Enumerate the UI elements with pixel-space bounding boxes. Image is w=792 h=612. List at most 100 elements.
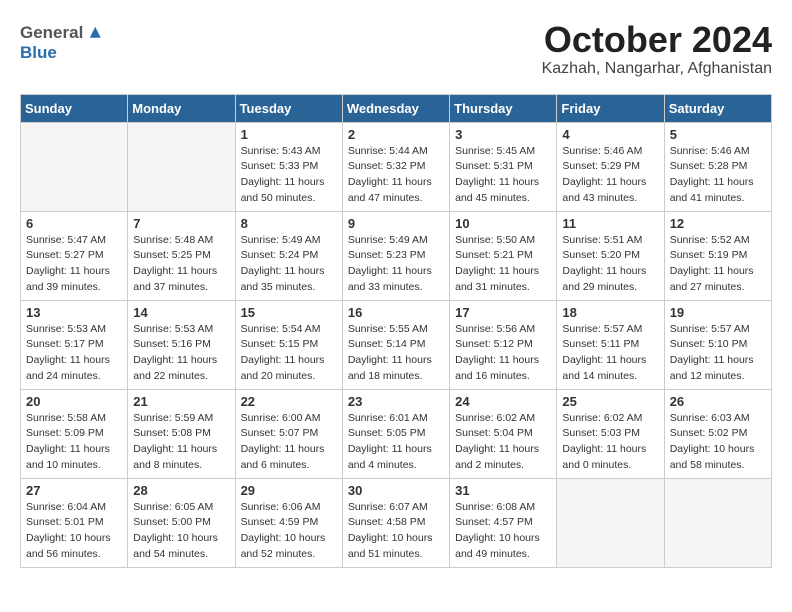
- day-info: Sunrise: 6:04 AM Sunset: 5:01 PM Dayligh…: [26, 500, 122, 563]
- weekday-header-cell: Tuesday: [235, 94, 342, 122]
- day-info: Sunrise: 6:06 AM Sunset: 4:59 PM Dayligh…: [241, 500, 337, 563]
- day-info: Sunrise: 5:59 AM Sunset: 5:08 PM Dayligh…: [133, 411, 229, 474]
- calendar-table: SundayMondayTuesdayWednesdayThursdayFrid…: [20, 94, 772, 568]
- calendar-day-cell: 20 Sunrise: 5:58 AM Sunset: 5:09 PM Dayli…: [21, 389, 128, 478]
- day-number: 5: [670, 127, 766, 142]
- calendar-day-cell: 6Sunrise: 5:47 AM Sunset: 5:27 PM Daylig…: [21, 211, 128, 300]
- day-info: Sunrise: 5:48 AM Sunset: 5:25 PM Dayligh…: [133, 233, 229, 296]
- day-number: 27: [26, 483, 122, 498]
- day-number: 2: [348, 127, 444, 142]
- day-number: 12: [670, 216, 766, 231]
- calendar-week-row: 13 Sunrise: 5:53 AM Sunset: 5:17 PM Dayli…: [21, 300, 772, 389]
- day-number: 11: [562, 216, 658, 231]
- calendar-day-cell: 21 Sunrise: 5:59 AM Sunset: 5:08 PM Dayli…: [128, 389, 235, 478]
- day-number: 7: [133, 216, 229, 231]
- calendar-day-cell: [128, 122, 235, 211]
- day-info: Sunrise: 6:02 AM Sunset: 5:03 PM Dayligh…: [562, 411, 658, 474]
- day-info: Sunrise: 5:54 AM Sunset: 5:15 PM Dayligh…: [241, 322, 337, 385]
- calendar-day-cell: 26Sunrise: 6:03 AM Sunset: 5:02 PM Dayli…: [664, 389, 771, 478]
- day-info: Sunrise: 5:52 AM Sunset: 5:19 PM Dayligh…: [670, 233, 766, 296]
- calendar-day-cell: 12 Sunrise: 5:52 AM Sunset: 5:19 PM Dayli…: [664, 211, 771, 300]
- calendar-week-row: 20 Sunrise: 5:58 AM Sunset: 5:09 PM Dayli…: [21, 389, 772, 478]
- calendar-day-cell: 14 Sunrise: 5:53 AM Sunset: 5:16 PM Dayli…: [128, 300, 235, 389]
- calendar-day-cell: 29 Sunrise: 6:06 AM Sunset: 4:59 PM Dayli…: [235, 478, 342, 567]
- calendar-day-cell: [21, 122, 128, 211]
- weekday-header-cell: Saturday: [664, 94, 771, 122]
- calendar-day-cell: 4 Sunrise: 5:46 AM Sunset: 5:29 PM Daylig…: [557, 122, 664, 211]
- calendar-week-row: 27 Sunrise: 6:04 AM Sunset: 5:01 PM Dayli…: [21, 478, 772, 567]
- calendar-day-cell: 9 Sunrise: 5:49 AM Sunset: 5:23 PM Daylig…: [342, 211, 449, 300]
- day-number: 10: [455, 216, 551, 231]
- day-info: Sunrise: 5:58 AM Sunset: 5:09 PM Dayligh…: [26, 411, 122, 474]
- calendar-day-cell: 23Sunrise: 6:01 AM Sunset: 5:05 PM Dayli…: [342, 389, 449, 478]
- day-number: 4: [562, 127, 658, 142]
- weekday-header-cell: Monday: [128, 94, 235, 122]
- day-number: 21: [133, 394, 229, 409]
- day-number: 16: [348, 305, 444, 320]
- day-number: 6: [26, 216, 122, 231]
- calendar-day-cell: 13 Sunrise: 5:53 AM Sunset: 5:17 PM Dayli…: [21, 300, 128, 389]
- calendar-day-cell: 16 Sunrise: 5:55 AM Sunset: 5:14 PM Dayli…: [342, 300, 449, 389]
- day-number: 14: [133, 305, 229, 320]
- location-title: Kazhah, Nangarhar, Afghanistan: [542, 60, 772, 78]
- day-info: Sunrise: 6:02 AM Sunset: 5:04 PM Dayligh…: [455, 411, 551, 474]
- day-number: 18: [562, 305, 658, 320]
- calendar-day-cell: 5 Sunrise: 5:46 AM Sunset: 5:28 PM Daylig…: [664, 122, 771, 211]
- day-info: Sunrise: 5:57 AM Sunset: 5:10 PM Dayligh…: [670, 322, 766, 385]
- day-info: Sunrise: 5:53 AM Sunset: 5:16 PM Dayligh…: [133, 322, 229, 385]
- calendar-day-cell: 2 Sunrise: 5:44 AM Sunset: 5:32 PM Daylig…: [342, 122, 449, 211]
- day-number: 28: [133, 483, 229, 498]
- calendar-day-cell: 15 Sunrise: 5:54 AM Sunset: 5:15 PM Dayli…: [235, 300, 342, 389]
- weekday-header-cell: Friday: [557, 94, 664, 122]
- calendar-day-cell: 28 Sunrise: 6:05 AM Sunset: 5:00 PM Dayli…: [128, 478, 235, 567]
- day-info: Sunrise: 6:07 AM Sunset: 4:58 PM Dayligh…: [348, 500, 444, 563]
- calendar-day-cell: 30 Sunrise: 6:07 AM Sunset: 4:58 PM Dayli…: [342, 478, 449, 567]
- calendar-day-cell: [664, 478, 771, 567]
- day-info: Sunrise: 5:53 AM Sunset: 5:17 PM Dayligh…: [26, 322, 122, 385]
- calendar-day-cell: 27 Sunrise: 6:04 AM Sunset: 5:01 PM Dayli…: [21, 478, 128, 567]
- day-info: Sunrise: 5:49 AM Sunset: 5:24 PM Dayligh…: [241, 233, 337, 296]
- calendar-day-cell: 10Sunrise: 5:50 AM Sunset: 5:21 PM Dayli…: [450, 211, 557, 300]
- day-info: Sunrise: 6:03 AM Sunset: 5:02 PM Dayligh…: [670, 411, 766, 474]
- calendar-week-row: 1Sunrise: 5:43 AM Sunset: 5:33 PM Daylig…: [21, 122, 772, 211]
- calendar-day-cell: 22 Sunrise: 6:00 AM Sunset: 5:07 PM Dayli…: [235, 389, 342, 478]
- day-info: Sunrise: 5:51 AM Sunset: 5:20 PM Dayligh…: [562, 233, 658, 296]
- day-number: 29: [241, 483, 337, 498]
- day-info: Sunrise: 5:46 AM Sunset: 5:28 PM Dayligh…: [670, 144, 766, 207]
- title-section: October 2024 Kazhah, Nangarhar, Afghanis…: [542, 20, 772, 78]
- weekday-header-row: SundayMondayTuesdayWednesdayThursdayFrid…: [21, 94, 772, 122]
- day-number: 22: [241, 394, 337, 409]
- calendar-day-cell: 1Sunrise: 5:43 AM Sunset: 5:33 PM Daylig…: [235, 122, 342, 211]
- logo-general: General: [20, 23, 83, 42]
- day-info: Sunrise: 5:49 AM Sunset: 5:23 PM Dayligh…: [348, 233, 444, 296]
- day-number: 19: [670, 305, 766, 320]
- calendar-day-cell: 25Sunrise: 6:02 AM Sunset: 5:03 PM Dayli…: [557, 389, 664, 478]
- day-info: Sunrise: 5:43 AM Sunset: 5:33 PM Dayligh…: [241, 144, 337, 207]
- day-number: 9: [348, 216, 444, 231]
- calendar-day-cell: 11 Sunrise: 5:51 AM Sunset: 5:20 PM Dayli…: [557, 211, 664, 300]
- day-number: 30: [348, 483, 444, 498]
- day-info: Sunrise: 6:05 AM Sunset: 5:00 PM Dayligh…: [133, 500, 229, 563]
- day-info: Sunrise: 5:55 AM Sunset: 5:14 PM Dayligh…: [348, 322, 444, 385]
- day-info: Sunrise: 6:01 AM Sunset: 5:05 PM Dayligh…: [348, 411, 444, 474]
- calendar-day-cell: [557, 478, 664, 567]
- day-info: Sunrise: 6:00 AM Sunset: 5:07 PM Dayligh…: [241, 411, 337, 474]
- day-number: 13: [26, 305, 122, 320]
- day-info: Sunrise: 5:44 AM Sunset: 5:32 PM Dayligh…: [348, 144, 444, 207]
- logo-bird-icon: ▴: [90, 18, 101, 43]
- day-number: 20: [26, 394, 122, 409]
- day-number: 15: [241, 305, 337, 320]
- day-number: 31: [455, 483, 551, 498]
- calendar-day-cell: 3Sunrise: 5:45 AM Sunset: 5:31 PM Daylig…: [450, 122, 557, 211]
- page-header: General ▴ Blue October 2024 Kazhah, Nang…: [20, 20, 772, 78]
- calendar-day-cell: 24Sunrise: 6:02 AM Sunset: 5:04 PM Dayli…: [450, 389, 557, 478]
- calendar-day-cell: 18Sunrise: 5:57 AM Sunset: 5:11 PM Dayli…: [557, 300, 664, 389]
- calendar-day-cell: 7 Sunrise: 5:48 AM Sunset: 5:25 PM Daylig…: [128, 211, 235, 300]
- calendar-day-cell: 19 Sunrise: 5:57 AM Sunset: 5:10 PM Dayli…: [664, 300, 771, 389]
- weekday-header-cell: Thursday: [450, 94, 557, 122]
- day-info: Sunrise: 5:46 AM Sunset: 5:29 PM Dayligh…: [562, 144, 658, 207]
- calendar-body: 1Sunrise: 5:43 AM Sunset: 5:33 PM Daylig…: [21, 122, 772, 567]
- day-number: 8: [241, 216, 337, 231]
- logo: General ▴ Blue: [20, 20, 101, 63]
- calendar-day-cell: 31Sunrise: 6:08 AM Sunset: 4:57 PM Dayli…: [450, 478, 557, 567]
